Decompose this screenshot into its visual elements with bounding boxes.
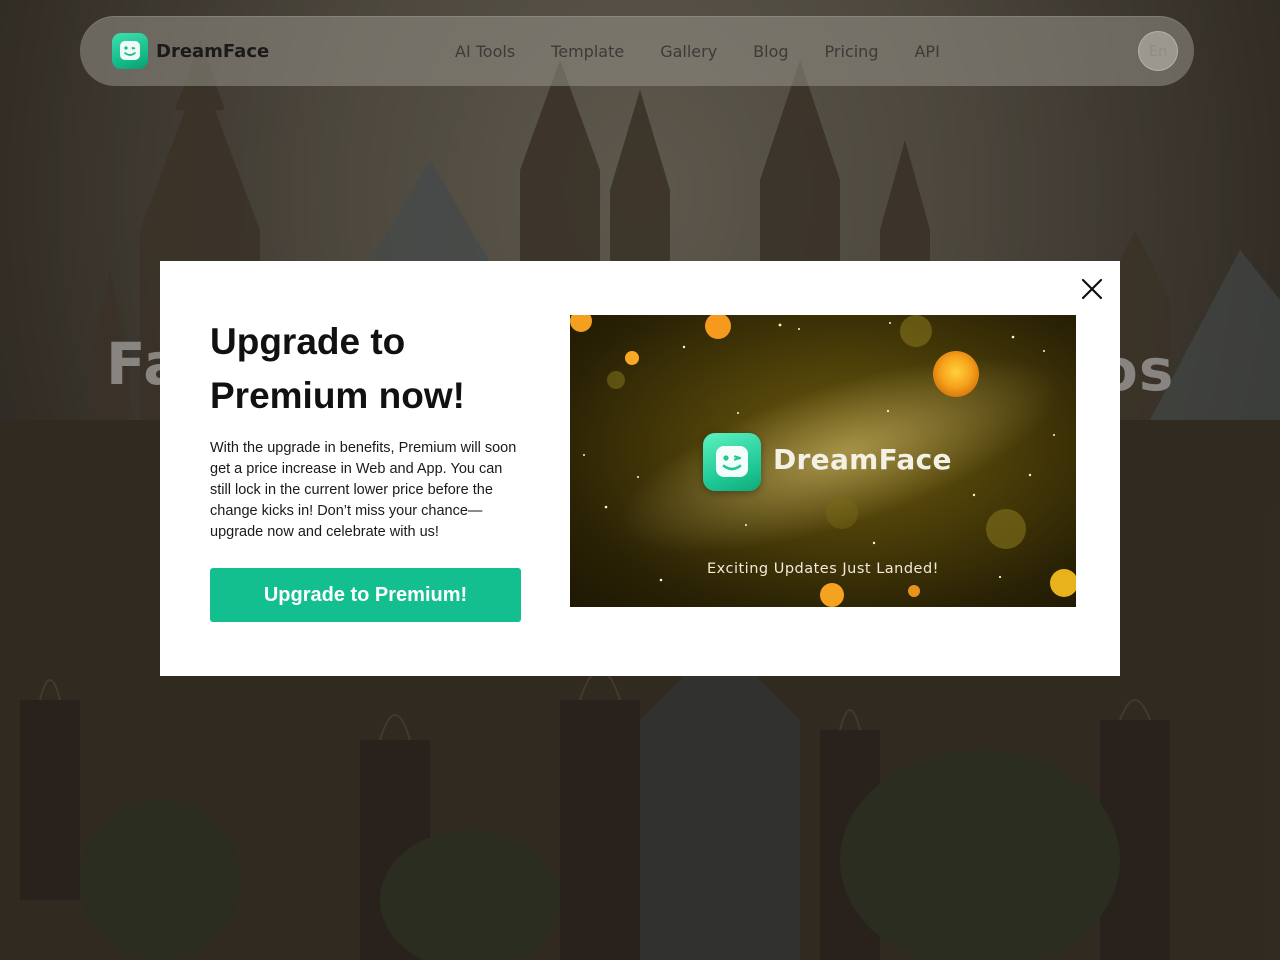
modal-description: With the upgrade in benefits, Premium wi… xyxy=(210,440,517,540)
brand-name: DreamFace xyxy=(156,40,270,62)
nav-pricing[interactable]: Pricing xyxy=(825,42,879,61)
nav-ai-tools[interactable]: AI Tools xyxy=(455,42,515,61)
promo-tagline: Exciting Updates Just Landed! xyxy=(707,561,939,577)
close-icon xyxy=(1081,278,1103,300)
brand-logo[interactable]: DreamFace xyxy=(112,33,269,69)
language-switcher[interactable]: En xyxy=(1138,31,1178,71)
upgrade-modal: Upgrade to Premium now! With the upgrade… xyxy=(160,261,1120,676)
promo-brand-name: DreamFace xyxy=(773,443,952,476)
close-button[interactable] xyxy=(1080,277,1104,301)
top-navigation: DreamFace AI Tools Template Gallery Blog… xyxy=(80,16,1194,86)
dreamface-logo-icon xyxy=(112,33,148,69)
nav-api[interactable]: API xyxy=(914,42,939,61)
nav-links: AI Tools Template Gallery Blog Pricing A… xyxy=(455,16,976,86)
promo-banner: DreamFace Exciting Updates Just Landed! xyxy=(570,315,1076,607)
nav-gallery[interactable]: Gallery xyxy=(660,42,717,61)
promo-dreamface-logo-icon xyxy=(703,433,761,491)
modal-title: Upgrade to Premium now! xyxy=(210,321,465,416)
upgrade-to-premium-button[interactable]: Upgrade to Premium! xyxy=(210,568,521,622)
nav-template[interactable]: Template xyxy=(551,42,624,61)
nav-blog[interactable]: Blog xyxy=(753,42,788,61)
